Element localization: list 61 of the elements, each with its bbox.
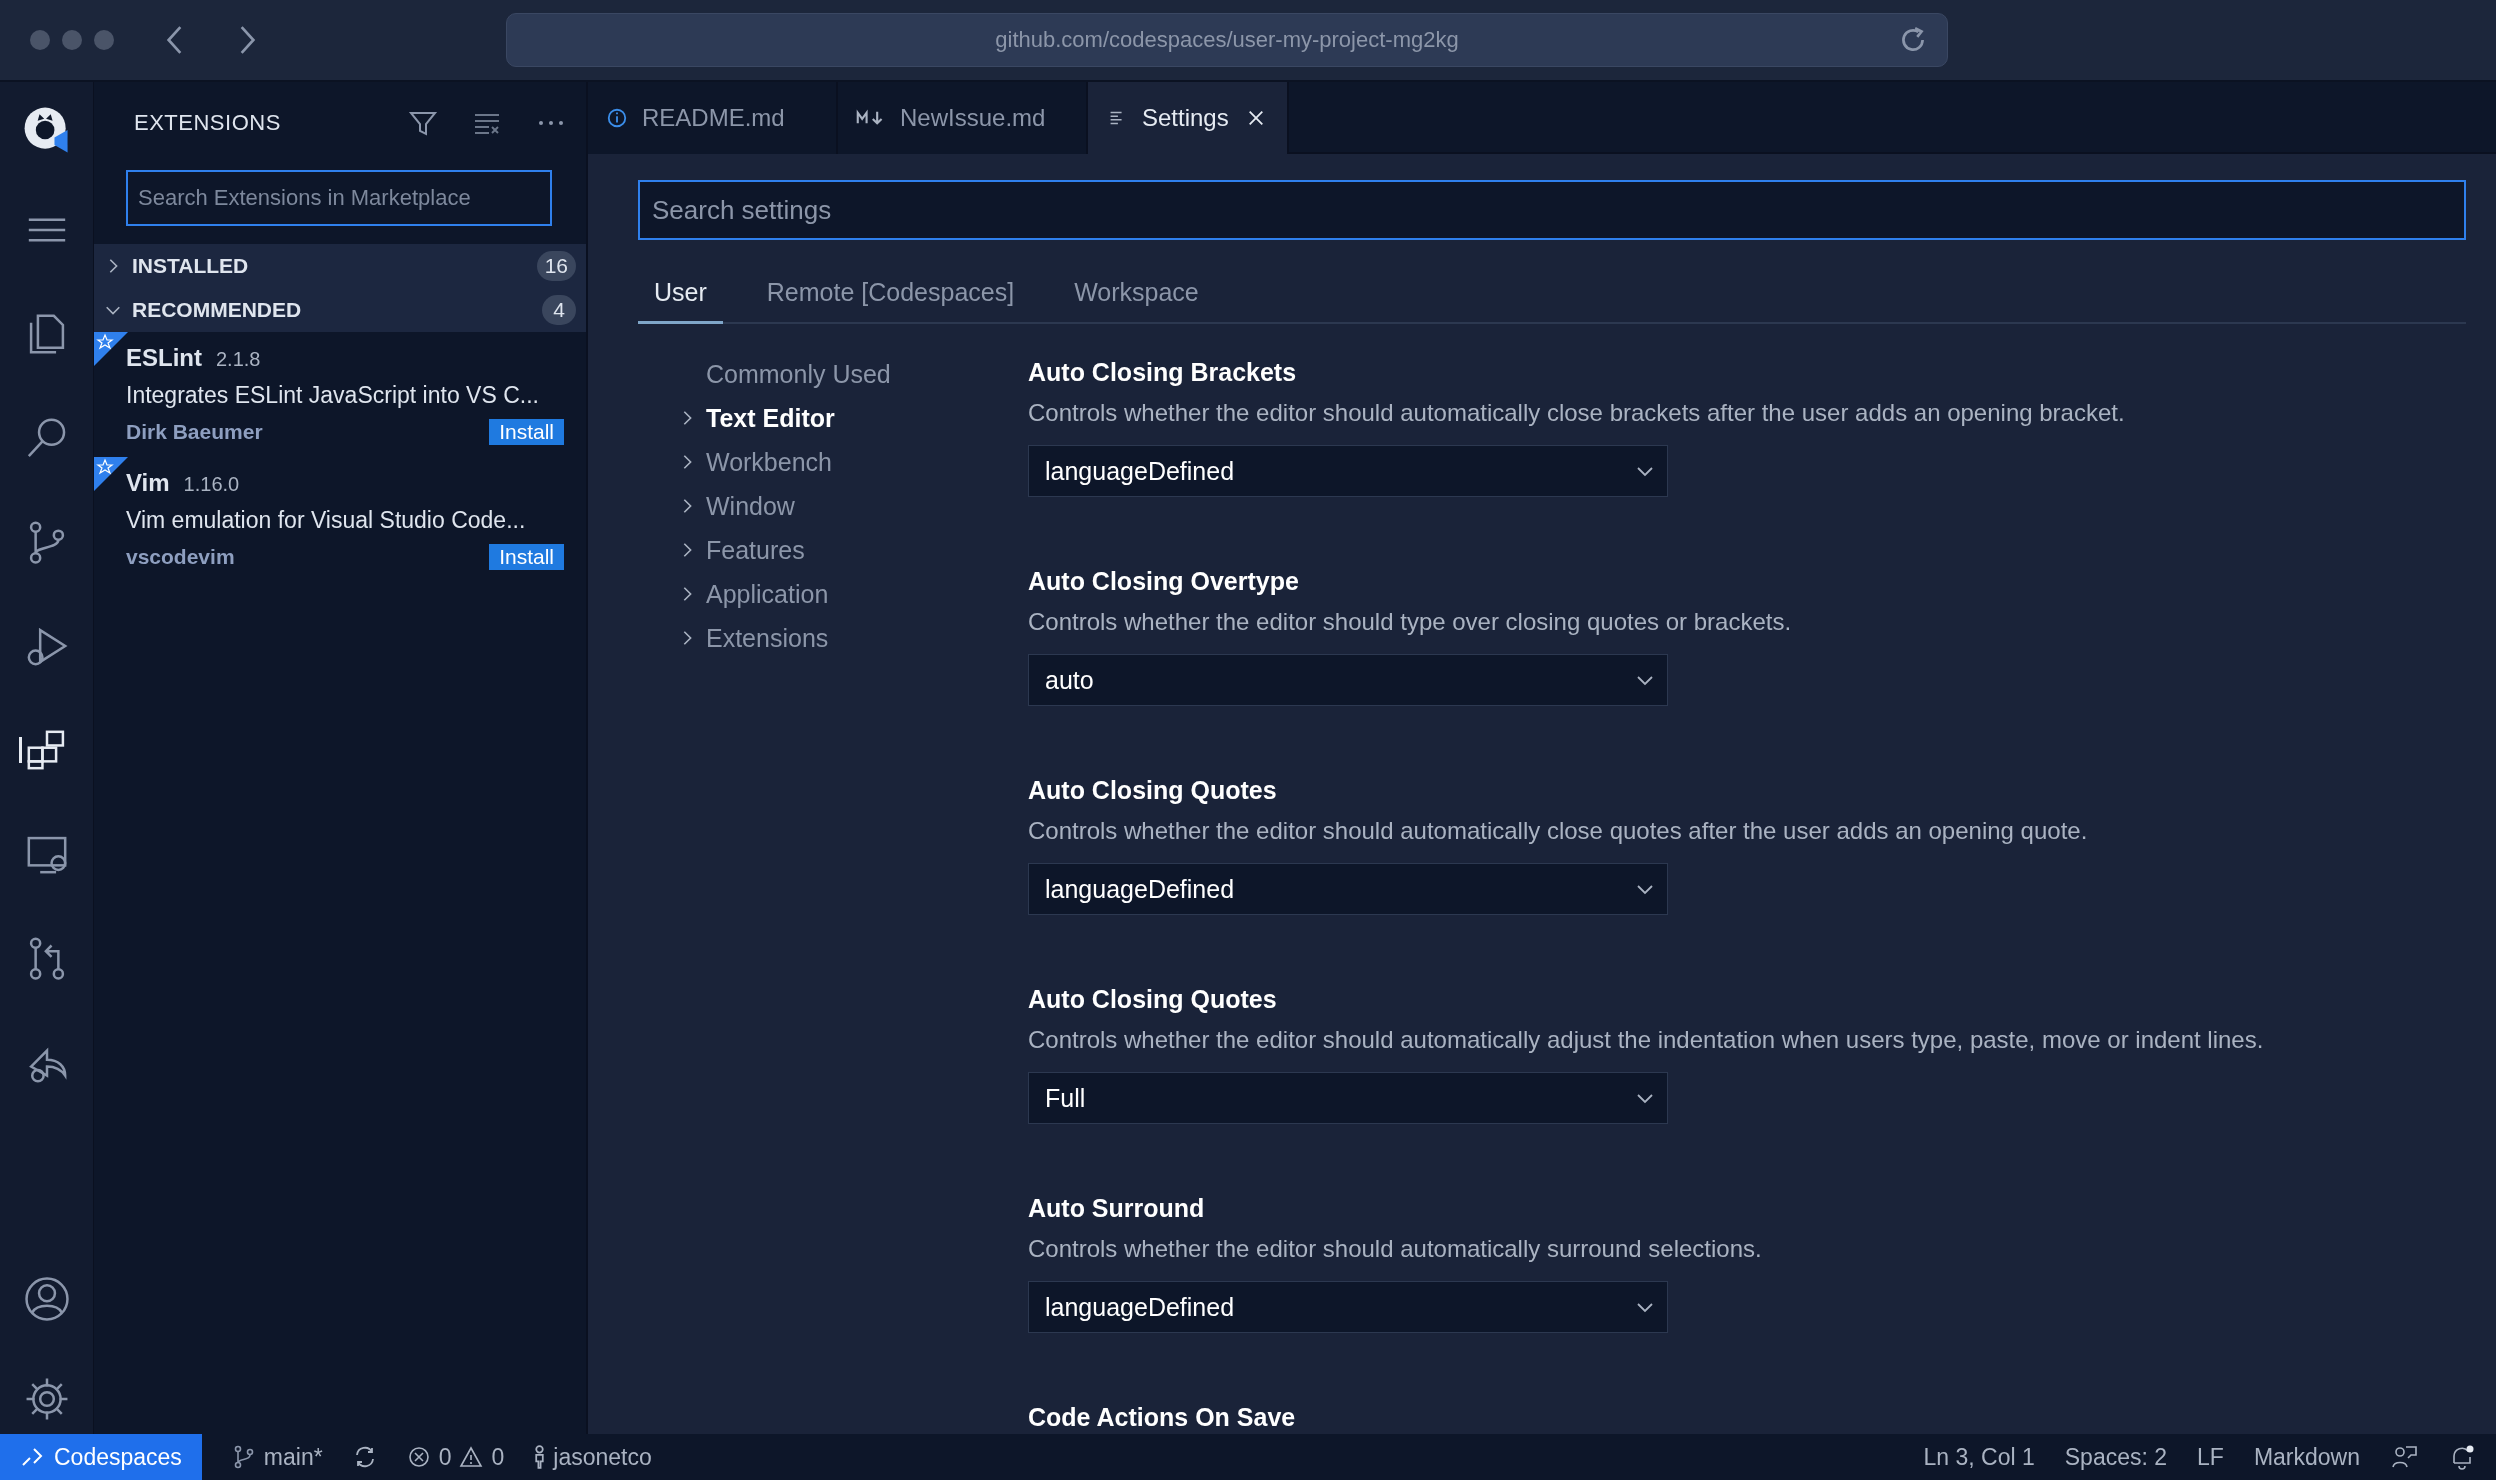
setting-title: Auto Closing Brackets	[1028, 358, 1298, 387]
settings-nav-item[interactable]: Window	[678, 490, 1028, 522]
count-badge: 4	[542, 295, 576, 325]
extension-version: 1.16.0	[183, 473, 240, 496]
warning-icon	[459, 1445, 484, 1469]
scope-tab[interactable]: Workspace	[1058, 270, 1215, 322]
person-icon	[534, 1445, 546, 1469]
sidebar-title: EXTENSIONS	[134, 110, 282, 136]
search-field[interactable]: Search Extensions in Marketplace	[126, 170, 552, 226]
setting-description: Controls whether the editor should type over closing quotes or brackets.	[1028, 608, 1793, 636]
close-icon[interactable]	[1246, 109, 1265, 127]
editor-tab[interactable]: README.md	[588, 82, 838, 154]
count-badge: 16	[536, 251, 576, 281]
setting-title: Auto Closing Quotes	[1028, 776, 1278, 805]
install-button[interactable]: Install	[489, 419, 564, 445]
star-corner-icon	[94, 457, 128, 491]
dropdown[interactable]: Full	[1028, 1072, 1668, 1124]
dropdown[interactable]: languageDefined	[1028, 445, 1668, 497]
address-bar[interactable]: github.com/codespaces/user-my-project-mg2kg	[506, 13, 1948, 67]
star-corner-icon	[94, 332, 128, 366]
status-item[interactable]: Markdown	[2253, 1443, 2360, 1471]
status-item[interactable]: LF	[2197, 1443, 2224, 1471]
extension-publisher: vscodevim	[126, 545, 235, 569]
dropdown[interactable]: languageDefined	[1028, 863, 1668, 915]
install-button[interactable]: Install	[489, 544, 564, 570]
settings-nav-item[interactable]: Application	[678, 578, 1028, 610]
status-item[interactable]: Spaces: 2	[2064, 1443, 2168, 1471]
setting-description: Controls whether the editor should automatically surround selections.	[1028, 1235, 1763, 1263]
scope-tab[interactable]: User	[638, 270, 723, 324]
scope-tab[interactable]: Remote [Codespaces]	[750, 270, 1031, 322]
extension-description: Integrates ESLint JavaScript into VS C...	[126, 382, 540, 409]
problems-status[interactable]: 0 0	[406, 1443, 505, 1471]
error-icon	[406, 1445, 431, 1469]
setting-description: Controls whether the editor should automatically close quotes after the user adds an opening quote.	[1028, 817, 2089, 845]
extension-version: 2.1.8	[216, 348, 261, 371]
section-header[interactable]: RECOMMENDED 4	[94, 288, 586, 332]
dropdown[interactable]: auto	[1028, 654, 1668, 706]
setting-description: Controls whether the editor should automatically close brackets after the user adds an opening bracket.	[1028, 399, 2126, 427]
remote-button[interactable]: Codespaces	[0, 1434, 202, 1480]
settings-nav-item[interactable]: Workbench	[678, 446, 1028, 478]
setting-title: Auto Closing Overtype	[1028, 567, 1300, 596]
section-header[interactable]: INSTALLED 16	[94, 244, 586, 288]
dropdown[interactable]: languageDefined	[1028, 1281, 1668, 1333]
settings-nav-item[interactable]: Extensions	[678, 622, 1028, 654]
setting-title: Code Actions On Save	[1028, 1403, 1297, 1432]
extension-publisher: Dirk Baeumer	[126, 420, 263, 444]
editor-tab[interactable]: Settings	[1088, 82, 1289, 154]
extension-name: ESLint	[126, 344, 202, 372]
settings-nav-item[interactable]: Features	[678, 534, 1028, 566]
info-icon	[606, 107, 628, 129]
search-settings-field[interactable]: Search settings	[638, 180, 2466, 240]
branch-status[interactable]: main*	[231, 1443, 323, 1471]
extension-description: Vim emulation for Visual Studio Code...	[126, 507, 527, 534]
settings-nav-item[interactable]: Text Editor	[678, 402, 1028, 434]
setting-title: Auto Closing Quotes	[1028, 985, 1278, 1014]
user-status[interactable]: jasonetco	[534, 1443, 652, 1471]
extension-name: Vim	[126, 469, 170, 497]
status-item[interactable]: Ln 3, Col 1	[1923, 1443, 2035, 1471]
settings-nav-item[interactable]: Commonly Used	[678, 358, 1028, 390]
setting-title: Auto Surround	[1028, 1194, 1206, 1223]
setting-description: Controls whether the editor should automatically adjust the indentation when users type, paste, move or indent lines.	[1028, 1026, 2264, 1054]
